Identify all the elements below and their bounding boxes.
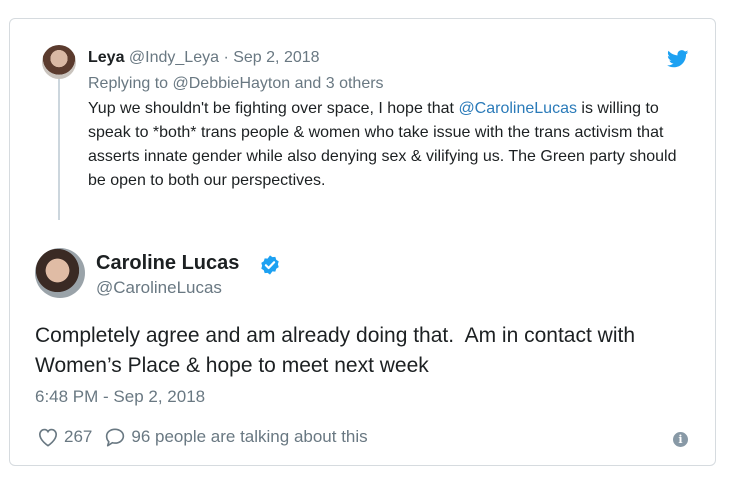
avatar-leya[interactable] bbox=[42, 45, 76, 79]
main-tweet-line-1: Completely agree and am already doing th… bbox=[35, 324, 635, 347]
info-icon[interactable]: i bbox=[673, 432, 688, 447]
quoted-tweet-header: Leya @Indy_Leya · Sep 2, 2018 bbox=[88, 49, 320, 67]
main-author-handle[interactable]: @CarolineLucas bbox=[96, 278, 222, 298]
quoted-tweet-body: Yup we shouldn't be fighting over space,… bbox=[88, 97, 688, 193]
quoted-body-part1: Yup we shouldn't be fighting over space,… bbox=[88, 100, 454, 117]
speech-bubble-icon bbox=[106, 428, 125, 447]
tweet-actions: 267 96 people are talking about this bbox=[37, 425, 380, 449]
conversation-button[interactable]: 96 people are talking about this bbox=[104, 427, 368, 447]
quoted-body-mention[interactable]: @CarolineLucas bbox=[458, 100, 577, 117]
verified-badge-icon bbox=[261, 255, 279, 275]
avatar-caroline-lucas[interactable] bbox=[35, 248, 85, 298]
replying-prefix: Replying to bbox=[88, 75, 169, 92]
tweet-timestamp[interactable]: 6:48 PM - Sep 2, 2018 bbox=[35, 387, 205, 407]
replying-suffix[interactable]: and 3 others bbox=[295, 75, 384, 92]
likes-count: 267 bbox=[64, 427, 93, 446]
main-author-name[interactable]: Caroline Lucas bbox=[96, 252, 239, 275]
replying-mention[interactable]: @DebbieHayton bbox=[173, 75, 291, 92]
like-button[interactable]: 267 bbox=[37, 427, 92, 447]
reply-thread-line bbox=[58, 68, 60, 220]
talking-about-text: 96 people are talking about this bbox=[131, 427, 368, 446]
heart-icon bbox=[38, 428, 58, 447]
separator: · bbox=[223, 49, 229, 66]
twitter-bird-icon[interactable] bbox=[667, 50, 689, 68]
quoted-author-handle[interactable]: @Indy_Leya bbox=[129, 49, 219, 66]
main-tweet-line-2: Women’s Place & hope to meet next week bbox=[35, 354, 429, 377]
main-tweet-text: Completely agree and am already doing th… bbox=[35, 321, 695, 381]
replying-to-line: Replying to @DebbieHayton and 3 others bbox=[88, 75, 384, 93]
quoted-date[interactable]: Sep 2, 2018 bbox=[233, 49, 319, 66]
quoted-author-name[interactable]: Leya bbox=[88, 49, 124, 66]
